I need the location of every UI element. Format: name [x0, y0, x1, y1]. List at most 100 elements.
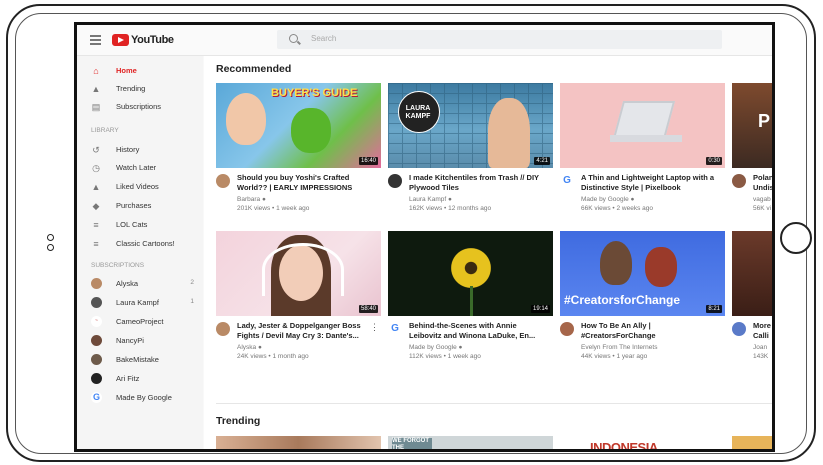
video-title[interactable]: Lady, Jester & Doppelganger Boss Fights …	[237, 321, 377, 341]
sidebar-sub-nancypi[interactable]: NancyPi	[77, 332, 203, 350]
sidebar-item-label: Trending	[116, 84, 146, 93]
channel-avatar[interactable]	[560, 322, 574, 336]
sidebar-item-subscriptions[interactable]: ▤ Subscriptions	[77, 98, 203, 116]
playlist-icon: ≡	[93, 239, 99, 249]
video-card[interactable]: 19:14 G Behind-the-Scenes with Annie Lei…	[388, 231, 553, 361]
avatar	[91, 335, 102, 346]
channel-name[interactable]: Joan	[753, 344, 767, 351]
sidebar-item-purchases[interactable]: ◆ Purchases	[77, 197, 203, 215]
video-card[interactable]: 0:30 G A Thin and Lightweight Laptop wit…	[560, 83, 725, 213]
video-thumbnail[interactable]: 0:30	[560, 83, 725, 168]
sidebar-item-classic-cartoons[interactable]: ≡ Classic Cartoons!	[77, 235, 203, 253]
playlist-icon: ≡	[93, 220, 99, 230]
sidebar-sub-ari-fitz[interactable]: Ari Fitz	[77, 370, 203, 388]
thumbnail-text: #CreatorsforChange	[564, 293, 681, 307]
home-icon: ⌂	[93, 66, 99, 76]
library-heading: LIBRARY	[91, 127, 119, 134]
trending-thumbnail[interactable]: WE FORGOT THE	[388, 436, 553, 449]
video-title[interactable]: A Thin and Lightweight Laptop with a Dis…	[581, 173, 721, 193]
sidebar-sub-cameoproject[interactable]: ~ CameoProject	[77, 313, 203, 331]
avatar	[91, 297, 102, 308]
verified-icon: ●	[458, 344, 463, 351]
video-card-partial[interactable]: More Calli Joan 143K	[732, 231, 772, 361]
sidebar-item-label: LOL Cats	[116, 220, 148, 229]
sidebar-sub-laura-kampf[interactable]: Laura Kampf 1	[77, 294, 203, 312]
more-options-icon[interactable]: ⋮	[370, 322, 379, 333]
video-meta: 24K views • 1 month ago	[237, 353, 309, 360]
video-thumbnail[interactable]: LAURA KAMPF 4:21	[388, 83, 553, 168]
video-card[interactable]: #CreatorsforChange 8:21 How To Be An All…	[560, 231, 725, 361]
sidebar-item-liked-videos[interactable]: ▲ Liked Videos	[77, 178, 203, 196]
channel-name[interactable]: Made by Google ●	[581, 196, 634, 203]
thumbnail-text: LAURA KAMPF	[405, 105, 431, 120]
screen: YouTube Search ⌂ Home ▲ Trending ▤ Subsc…	[74, 22, 775, 452]
video-thumbnail[interactable]: 58:40	[216, 231, 381, 316]
thumbnail-person	[488, 98, 530, 168]
section-divider	[216, 403, 772, 404]
search-icon[interactable]	[289, 34, 298, 43]
video-duration: 19:14	[530, 305, 550, 313]
verified-icon: ●	[448, 196, 452, 203]
channel-name-text: Made by Google	[581, 196, 629, 203]
channel-name[interactable]: Evelyn From The Internets	[581, 344, 657, 351]
google-icon[interactable]: G	[388, 322, 402, 336]
thumbnail-yoshi	[291, 108, 331, 153]
trending-thumbnail[interactable]	[216, 436, 381, 449]
sidebar-sub-bakemistake[interactable]: BakeMistake	[77, 351, 203, 369]
video-card[interactable]: BUYER'S GUIDE 16:40 Should you buy Yoshi…	[216, 83, 381, 213]
home-button[interactable]	[780, 222, 812, 254]
sidebar-item-lol-cats[interactable]: ≡ LOL Cats	[77, 216, 203, 234]
history-icon: ↺	[92, 145, 100, 155]
verified-icon: ●	[630, 196, 635, 203]
search-input[interactable]: Search	[277, 30, 722, 49]
channel-name[interactable]: vagab	[753, 196, 771, 203]
subscriptions-heading: SUBSCRIPTIONS	[91, 262, 145, 269]
video-thumbnail[interactable]: 19:14	[388, 231, 553, 316]
video-card[interactable]: 58:40 Lady, Jester & Doppelganger Boss F…	[216, 231, 381, 361]
laptop-screen	[612, 101, 676, 139]
video-meta: 112K views • 1 week ago	[409, 353, 481, 360]
sidebar-item-watch-later[interactable]: ◷ Watch Later	[77, 159, 203, 177]
sidebar-item-trending[interactable]: ▲ Trending	[77, 80, 203, 98]
youtube-logo[interactable]: YouTube	[112, 34, 174, 46]
sidebar-sub-alyska[interactable]: Alyska 2	[77, 275, 203, 293]
trending-thumbnail-partial[interactable]	[732, 436, 772, 449]
sidebar-item-label: Made By Google	[116, 393, 172, 402]
channel-name[interactable]: Barbara ●	[237, 196, 266, 203]
video-thumbnail[interactable]: #CreatorsforChange 8:21	[560, 231, 725, 316]
video-title[interactable]: More Calli	[753, 321, 772, 341]
channel-avatar[interactable]	[388, 174, 402, 188]
sidebar-item-label: Ari Fitz	[116, 374, 140, 383]
video-card-partial[interactable]: P Polan Undis vagab 56K vi	[732, 83, 772, 213]
sidebar-sub-made-by-google[interactable]: G Made By Google	[77, 389, 203, 407]
menu-icon[interactable]	[90, 35, 101, 47]
video-thumbnail[interactable]	[732, 231, 772, 316]
channel-avatar[interactable]	[216, 322, 230, 336]
camera-dot	[47, 234, 54, 241]
google-icon[interactable]: G	[560, 174, 574, 188]
flame-icon: ▲	[91, 84, 101, 94]
video-title[interactable]: Behind-the-Scenes with Annie Leibovitz a…	[409, 321, 549, 341]
channel-name[interactable]: Made by Google ●	[409, 344, 462, 351]
video-duration: 58:40	[358, 305, 378, 313]
sidebar-item-label: Watch Later	[116, 163, 157, 172]
channel-name[interactable]: Alyska ●	[237, 344, 262, 351]
channel-name[interactable]: Laura Kampf ●	[409, 196, 452, 203]
video-thumbnail[interactable]: BUYER'S GUIDE 16:40	[216, 83, 381, 168]
main-content: Recommended BUYER'S GUIDE 16:40 Should y…	[204, 56, 772, 449]
channel-avatar[interactable]	[216, 174, 230, 188]
video-card[interactable]: LAURA KAMPF 4:21 I made Kitchentiles fro…	[388, 83, 553, 213]
sidebar-item-history[interactable]: ↺ History	[77, 141, 203, 159]
sidebar-item-home[interactable]: ⌂ Home	[77, 62, 203, 80]
channel-avatar[interactable]	[732, 322, 746, 336]
channel-avatar[interactable]	[732, 174, 746, 188]
video-title[interactable]: Should you buy Yoshi's Crafted World?? |…	[237, 173, 377, 193]
video-thumbnail[interactable]: P	[732, 83, 772, 168]
logo-text: YouTube	[131, 34, 174, 46]
video-title[interactable]: Polan Undis	[753, 173, 772, 193]
trending-thumbnail[interactable]: INDONESIA	[560, 436, 725, 449]
video-title[interactable]: How To Be An Ally | #CreatorsForChange	[581, 321, 721, 341]
verified-icon: ●	[261, 196, 266, 203]
sidebar-item-label: History	[116, 145, 140, 154]
video-title[interactable]: I made Kitchentiles from Trash // DIY Pl…	[409, 173, 549, 193]
